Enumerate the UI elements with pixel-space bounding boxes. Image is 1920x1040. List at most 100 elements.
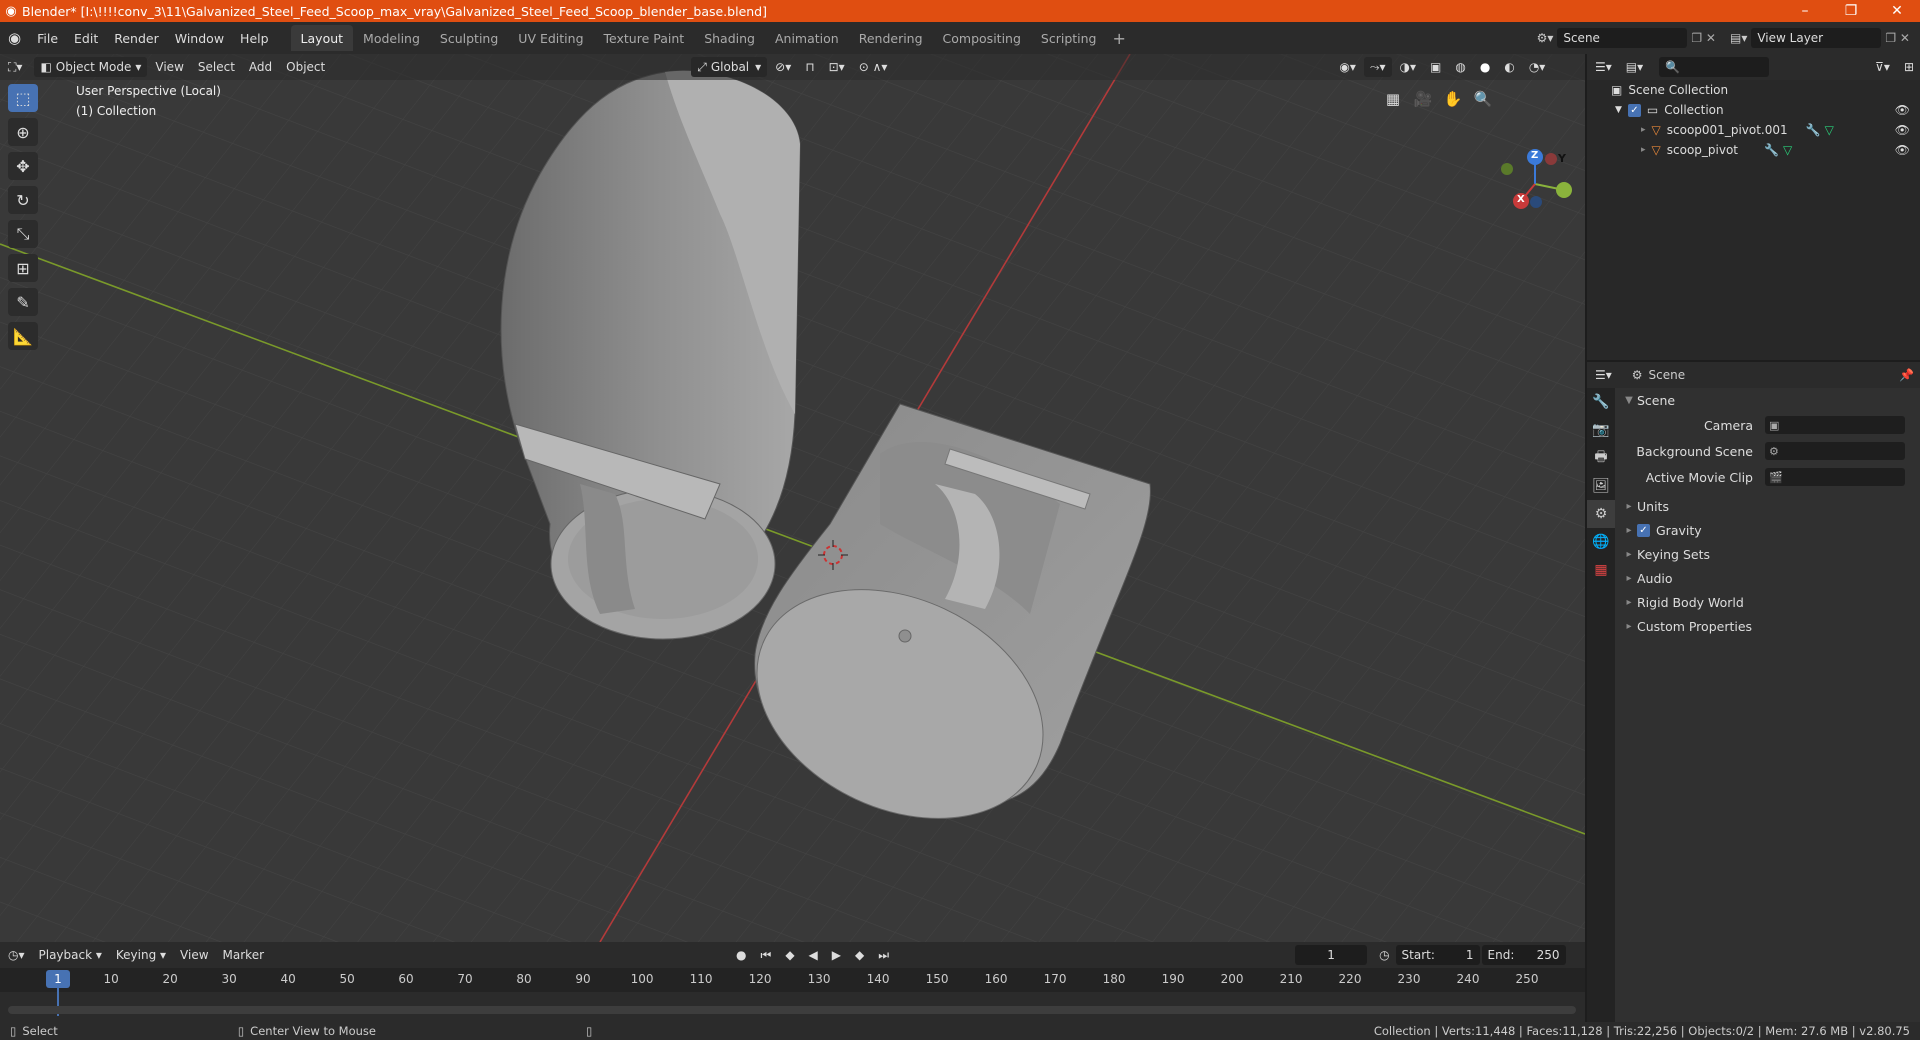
tab-texture-paint[interactable]: Texture Paint (594, 25, 695, 51)
tab-scripting[interactable]: Scripting (1031, 25, 1107, 51)
mesh-data-icon[interactable]: ▽ (1825, 123, 1834, 137)
eye-icon[interactable]: 👁 (1895, 123, 1910, 137)
transform-tool-icon[interactable]: ⊞ (8, 254, 38, 282)
modifier-wrench-icon[interactable]: 🔧 (1806, 123, 1821, 137)
outliner-editor-icon[interactable]: ☰▾ (1589, 57, 1618, 77)
menu-select[interactable]: Select (192, 57, 241, 77)
playback-menu[interactable]: Playback ▾ (33, 945, 108, 965)
subpanel-audio[interactable]: ▸ Audio (1615, 566, 1920, 590)
tab-rendering[interactable]: Rendering (849, 25, 933, 51)
mesh-data-icon[interactable]: ▽ (1783, 143, 1792, 157)
panel-collapse-icon[interactable]: ▸ (1621, 501, 1637, 512)
play-reverse-icon[interactable]: ◀ (803, 945, 824, 965)
tab-sculpting[interactable]: Sculpting (430, 25, 508, 51)
restore-button[interactable]: ❐ (1828, 3, 1874, 19)
overlay-icon[interactable]: ◑▾ (1394, 57, 1423, 77)
timeline-view-menu[interactable]: View (174, 945, 214, 965)
subpanel-keying-sets[interactable]: ▸ Keying Sets (1615, 542, 1920, 566)
filter-icon[interactable]: ⊽▾ (1869, 57, 1896, 77)
eye-icon[interactable]: 👁 (1895, 103, 1910, 117)
visibility-icon[interactable]: ◉▾ (1333, 57, 1362, 77)
start-frame-field[interactable]: Start: 1 (1395, 945, 1480, 965)
subpanel-custom-properties[interactable]: ▸ Custom Properties (1615, 614, 1920, 638)
tool-props-icon[interactable]: 🔧 (1587, 388, 1615, 416)
display-mode-icon[interactable]: ▤▾ (1620, 57, 1649, 77)
gravity-checkbox[interactable]: ✓ (1637, 523, 1650, 537)
tree-row-collection[interactable]: ▼ ✓ ▭ Collection 👁 (1587, 100, 1920, 120)
subpanel-units[interactable]: ▸ Units (1615, 494, 1920, 518)
new-scene-icon[interactable]: ❐ ✕ (1691, 31, 1716, 45)
collection-checkbox[interactable]: ✓ (1627, 103, 1641, 117)
menu-object[interactable]: Object (280, 57, 331, 77)
perspective-toggle-icon[interactable]: ▦ (1380, 86, 1406, 112)
minimize-button[interactable]: – (1782, 3, 1828, 19)
modifier-wrench-icon[interactable]: 🔧 (1764, 143, 1779, 157)
gizmo-toggle-icon[interactable]: ⤳▾ (1363, 57, 1392, 77)
snap-target-icon[interactable]: ⊡▾ (823, 57, 851, 77)
menu-edit[interactable]: Edit (66, 31, 106, 46)
timeline-editor-icon[interactable]: ◷▾ (2, 945, 31, 965)
play-icon[interactable]: ▶ (826, 945, 847, 965)
tree-row-object[interactable]: ▸ ▽ scoop_pivot 🔧 ▽ 👁 (1587, 140, 1920, 160)
playhead[interactable]: 1 (46, 970, 70, 988)
scene-props-tab-icon[interactable]: ⚙ (1587, 500, 1615, 528)
pan-hand-icon[interactable]: ✋ (1440, 86, 1466, 112)
move-tool-icon[interactable]: ✥ (8, 152, 38, 180)
jump-end-icon[interactable]: ⏭ (872, 945, 895, 965)
pin-icon[interactable]: 📌 (1893, 365, 1920, 385)
panel-expand-icon[interactable]: ▼ (1621, 395, 1637, 406)
output-props-icon[interactable]: 🖶 (1587, 444, 1615, 472)
measure-tool-icon[interactable]: 📐 (8, 322, 38, 350)
snap-icon[interactable]: ⊓ (799, 57, 820, 77)
view-layer-icon[interactable]: ▤▾ (1730, 31, 1747, 45)
timeline-scrollbar[interactable] (8, 1006, 1576, 1014)
outliner-search-input[interactable]: 🔍 (1659, 57, 1770, 77)
camera-view-icon[interactable]: 🎥 (1410, 86, 1436, 112)
expand-arrow-icon[interactable]: ▸ (1641, 125, 1646, 135)
view-layer-selector[interactable]: View Layer (1751, 28, 1882, 48)
blender-menu-icon[interactable]: ◉ (0, 29, 29, 47)
tab-modeling[interactable]: Modeling (353, 25, 430, 51)
wireframe-shading-icon[interactable]: ◍ (1449, 57, 1471, 77)
tab-animation[interactable]: Animation (765, 25, 849, 51)
marker-menu[interactable]: Marker (217, 945, 270, 965)
render-props-icon[interactable]: 📷 (1587, 416, 1615, 444)
record-icon[interactable]: ● (730, 945, 752, 965)
select-box-tool-icon[interactable]: ⬚ (8, 84, 38, 112)
tab-compositing[interactable]: Compositing (933, 25, 1031, 51)
new-view-layer-icon[interactable]: ❐ ✕ (1885, 31, 1910, 45)
3d-viewport[interactable]: Y Z X ⛶▾ ◧ Object Mode ▾ View Select Add O… (0, 54, 1585, 942)
panel-collapse-icon[interactable]: ▸ (1621, 525, 1637, 536)
clock-icon[interactable]: ◷ (1373, 945, 1395, 965)
proportional-edit-icon[interactable]: ⊙ ∧▾ (853, 57, 894, 77)
close-button[interactable]: ✕ (1874, 3, 1920, 19)
menu-view[interactable]: View (149, 57, 189, 77)
xray-icon[interactable]: ▣ (1424, 57, 1447, 77)
tab-uv-editing[interactable]: UV Editing (508, 25, 593, 51)
menu-file[interactable]: File (29, 31, 66, 46)
solid-shading-icon[interactable]: ● (1474, 57, 1496, 77)
annotate-tool-icon[interactable]: ✎ (8, 288, 38, 316)
subpanel-gravity[interactable]: ▸ ✓ Gravity (1615, 518, 1920, 542)
gizmo-y[interactable] (1556, 182, 1572, 198)
pivot-icon[interactable]: ⊘▾ (769, 57, 797, 77)
mode-selector[interactable]: ◧ Object Mode ▾ (34, 57, 148, 77)
texture-props-icon[interactable]: ▦ (1587, 556, 1615, 584)
camera-field[interactable]: ▣ (1765, 416, 1905, 434)
menu-help[interactable]: Help (232, 31, 277, 46)
cursor-tool-icon[interactable]: ⊕ (8, 118, 38, 146)
end-frame-field[interactable]: End: 250 (1481, 945, 1566, 965)
menu-window[interactable]: Window (167, 31, 232, 46)
tab-layout[interactable]: Layout (290, 25, 354, 51)
expand-arrow-icon[interactable]: ▼ (1615, 105, 1622, 115)
panel-collapse-icon[interactable]: ▸ (1621, 549, 1637, 560)
orientation-selector[interactable]: ⤢ Global ▾ (691, 57, 768, 77)
background-scene-field[interactable]: ⚙ (1765, 442, 1905, 460)
movie-clip-field[interactable]: 🎬 (1765, 468, 1905, 486)
tab-shading[interactable]: Shading (694, 25, 765, 51)
tree-row-object[interactable]: ▸ ▽ scoop001_pivot.001 🔧 ▽ 👁 (1587, 120, 1920, 140)
view-layer-props-icon[interactable]: 🖼 (1587, 472, 1615, 500)
panel-scene[interactable]: ▼ Scene (1615, 388, 1920, 412)
current-frame-field[interactable]: 1 (1295, 945, 1368, 965)
eye-icon[interactable]: 👁 (1895, 143, 1910, 157)
